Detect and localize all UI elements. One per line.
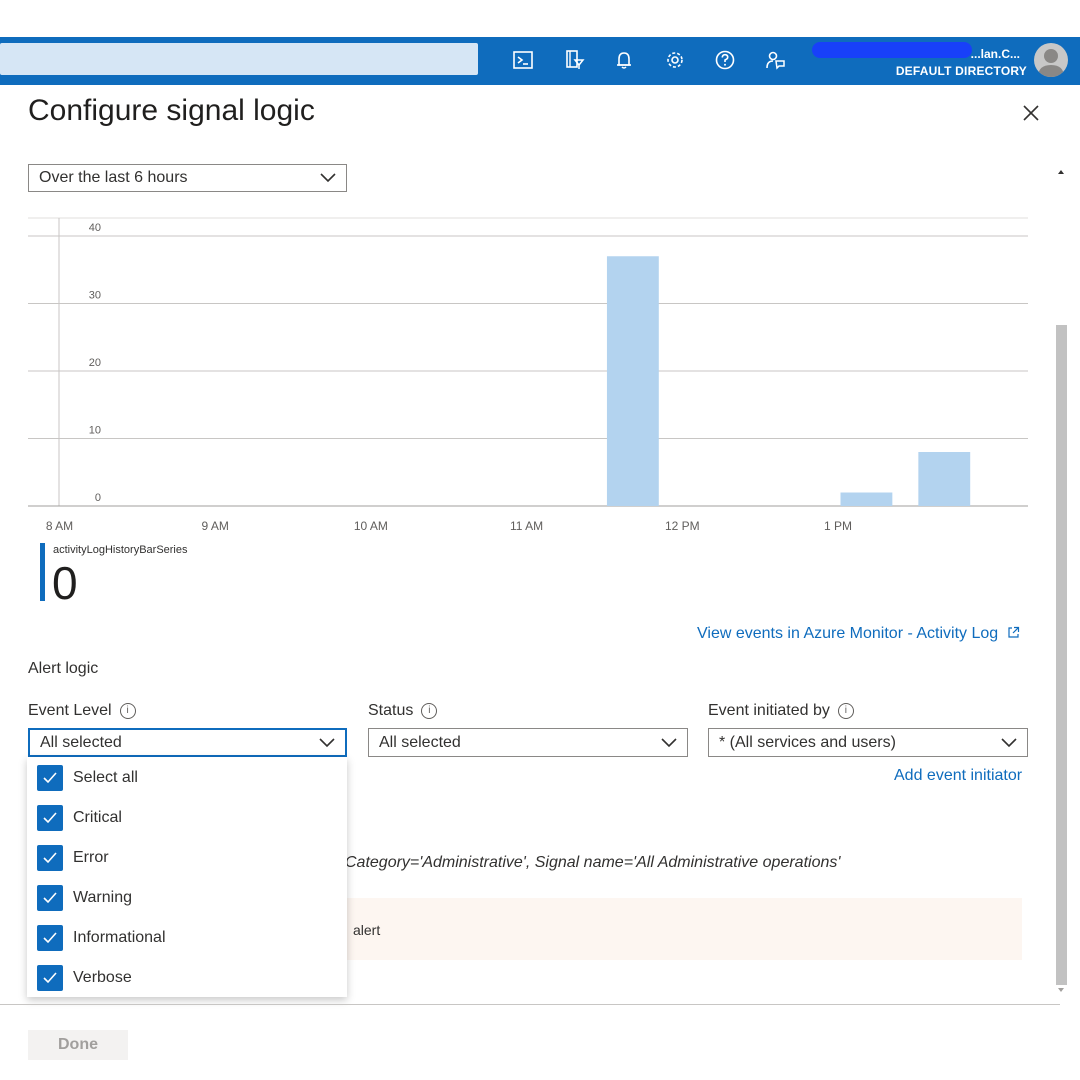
- event-initiated-by-label-text: Event initiated by: [708, 702, 830, 719]
- checkbox-checked-icon[interactable]: [37, 885, 63, 911]
- series-name: activityLogHistoryBarSeries: [53, 544, 188, 556]
- view-events-link[interactable]: View events in Azure Monitor - Activity …: [697, 625, 1020, 643]
- y-tick-label: 40: [89, 222, 101, 234]
- external-link-icon: [1008, 626, 1019, 638]
- option-verbose[interactable]: Verbose: [37, 964, 132, 992]
- close-icon[interactable]: [1018, 100, 1044, 126]
- event-level-options-menu: Select all Critical Error Warning Inform…: [27, 757, 347, 997]
- view-events-link-label: View events in Azure Monitor - Activity …: [697, 625, 999, 642]
- status-label-text: Status: [368, 702, 414, 719]
- done-button[interactable]: Done: [28, 1030, 128, 1060]
- status-value: All selected: [379, 733, 461, 751]
- event-level-label-text: Event Level: [28, 702, 112, 719]
- option-error[interactable]: Error: [37, 844, 109, 872]
- global-search-box[interactable]: [0, 43, 478, 75]
- x-tick-label: 11 AM: [510, 519, 543, 533]
- event-initiated-by-dropdown[interactable]: * (All services and users): [708, 728, 1028, 757]
- option-critical[interactable]: Critical: [37, 804, 122, 832]
- info-icon[interactable]: i: [837, 702, 854, 719]
- chevron-down-icon: [320, 173, 336, 183]
- x-tick-label: 9 AM: [202, 519, 229, 533]
- x-tick-label: 10 AM: [354, 519, 388, 533]
- chart-bar: [918, 452, 971, 506]
- add-event-initiator-link[interactable]: Add event initiator: [894, 767, 1022, 785]
- settings-gear-icon[interactable]: [662, 47, 688, 73]
- checkbox-checked-icon[interactable]: [37, 845, 63, 871]
- info-icon[interactable]: i: [119, 702, 136, 719]
- option-label: Warning: [73, 889, 132, 906]
- series-total-value: 0: [52, 557, 78, 609]
- event-level-value: All selected: [40, 733, 122, 751]
- event-level-label: Event Level i: [28, 702, 136, 720]
- scroll-up-arrow-icon[interactable]: [1058, 170, 1064, 174]
- avatar[interactable]: [1034, 43, 1068, 77]
- cloud-shell-icon[interactable]: [510, 47, 536, 73]
- condition-summary: Category='Administrative', Signal name='…: [345, 854, 841, 871]
- option-label: Select all: [73, 769, 138, 786]
- checkbox-checked-icon[interactable]: [37, 965, 63, 991]
- event-initiated-by-value: * (All services and users): [719, 733, 896, 751]
- option-label: Verbose: [73, 969, 132, 986]
- chevron-down-icon: [1001, 737, 1017, 747]
- chevron-down-icon: [319, 737, 335, 747]
- directory-name[interactable]: DEFAULT DIRECTORY: [880, 64, 1027, 78]
- chevron-down-icon: [661, 737, 677, 747]
- checkbox-checked-icon[interactable]: [37, 765, 63, 791]
- event-level-dropdown[interactable]: All selected: [28, 728, 347, 757]
- info-icon[interactable]: i: [421, 702, 438, 719]
- option-label: Informational: [73, 929, 166, 946]
- notifications-bell-icon[interactable]: [611, 47, 637, 73]
- y-tick-label: 0: [95, 492, 101, 504]
- status-label: Status i: [368, 702, 438, 720]
- option-label: Error: [73, 849, 109, 866]
- checkbox-checked-icon[interactable]: [37, 805, 63, 831]
- status-dropdown[interactable]: All selected: [368, 728, 688, 757]
- chart-bar: [606, 256, 659, 506]
- directory-filter-icon[interactable]: [561, 47, 587, 73]
- y-tick-label: 30: [89, 290, 101, 302]
- y-tick-label: 20: [89, 357, 101, 369]
- warning-banner-text: alert: [353, 922, 381, 938]
- series-color-marker: [40, 543, 45, 601]
- x-tick-label: 8 AM: [46, 519, 73, 533]
- page-title: Configure signal logic: [28, 94, 315, 127]
- option-select-all[interactable]: Select all: [37, 764, 138, 792]
- y-tick-label: 10: [89, 425, 101, 437]
- x-tick-label: 1 PM: [824, 519, 852, 533]
- option-warning[interactable]: Warning: [37, 884, 132, 912]
- user-name[interactable]: ...lan.C...: [930, 47, 1020, 61]
- time-range-dropdown[interactable]: Over the last 6 hours: [28, 164, 347, 192]
- scroll-down-arrow-icon[interactable]: [1058, 988, 1064, 992]
- option-informational[interactable]: Informational: [37, 924, 166, 952]
- feedback-icon[interactable]: [762, 47, 788, 73]
- option-label: Critical: [73, 809, 122, 826]
- alert-logic-heading: Alert logic: [28, 660, 99, 677]
- time-range-value: Over the last 6 hours: [39, 169, 188, 186]
- help-icon[interactable]: [712, 47, 738, 73]
- event-initiated-by-label: Event initiated by i: [708, 702, 854, 720]
- footer-divider: [0, 1004, 1060, 1005]
- chart-bar: [840, 492, 893, 506]
- activity-log-bar-chart: 40 30 20 10 0 8 AM 9 AM 10 AM 11 AM 12 PM 1 PM: [28, 217, 1028, 533]
- scrollbar-thumb[interactable]: [1056, 325, 1067, 985]
- checkbox-checked-icon[interactable]: [37, 925, 63, 951]
- x-tick-label: 12 PM: [665, 519, 700, 533]
